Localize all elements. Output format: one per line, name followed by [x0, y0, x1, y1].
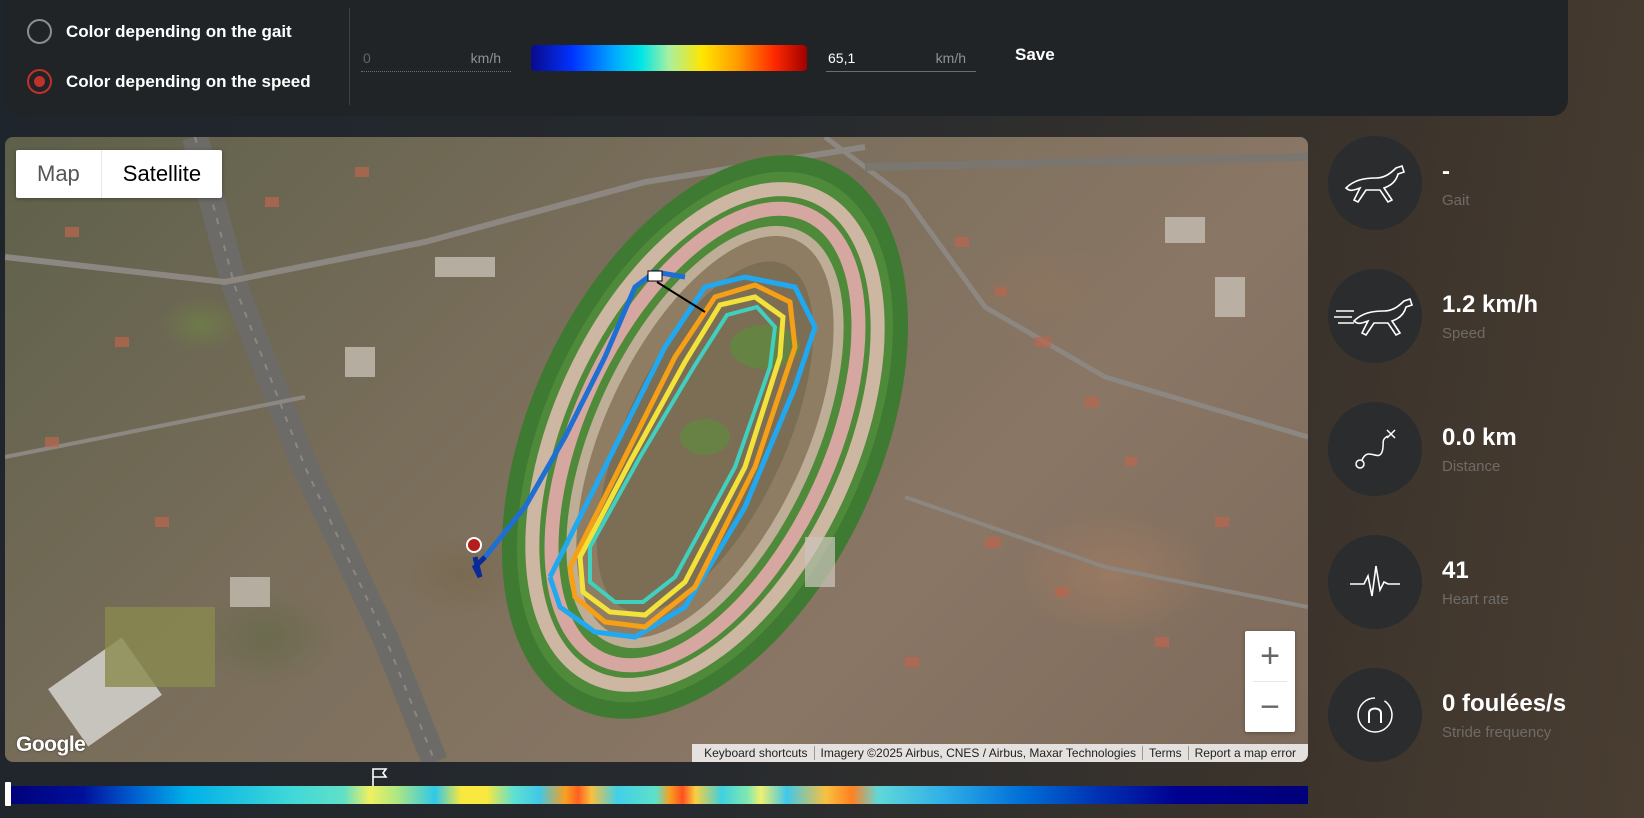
stat-distance: 0.0 km Distance [1328, 402, 1638, 496]
report-map-error-link[interactable]: Report a map error [1189, 746, 1302, 760]
radio-color-by-gait[interactable]: Color depending on the gait [27, 19, 292, 44]
gait-label: Gait [1442, 191, 1470, 209]
min-speed-unit: km/h [470, 49, 501, 66]
map-imagery [5, 137, 1308, 762]
zoom-in-button[interactable]: + [1245, 631, 1295, 681]
stat-stride-frequency: 0 foulées/s Stride frequency [1328, 668, 1638, 762]
stat-heart-rate: 41 Heart rate [1328, 535, 1638, 629]
radio-button-gait[interactable] [27, 19, 52, 44]
distance-route-icon [1328, 402, 1422, 496]
zoom-control: + − [1245, 631, 1295, 732]
stat-speed: 1.2 km/h Speed [1328, 269, 1638, 363]
horse-speed-icon [1328, 269, 1422, 363]
max-speed-input[interactable]: 65,1 km/h [826, 44, 976, 72]
min-speed-input[interactable]: 0 km/h [361, 44, 511, 72]
horse-gait-icon [1328, 136, 1422, 230]
heart-rate-value: 41 [1442, 556, 1469, 584]
keyboard-shortcuts-link[interactable]: Keyboard shortcuts [698, 746, 815, 760]
speed-label: Speed [1442, 324, 1486, 342]
map-type-control: Map Satellite [16, 150, 223, 198]
panel-divider [349, 8, 350, 105]
satellite-map[interactable]: Map Satellite + − Google Keyboard shortc… [5, 137, 1308, 762]
imagery-credit: Imagery ©2025 Airbus, CNES / Airbus, Max… [815, 746, 1143, 760]
min-speed-value[interactable]: 0 [361, 50, 371, 66]
speed-timeline[interactable] [5, 786, 1308, 804]
horseshoe-stride-icon [1328, 668, 1422, 762]
distance-value: 0.0 km [1442, 423, 1517, 451]
heart-rate-label: Heart rate [1442, 590, 1509, 608]
stat-gait: - Gait [1328, 136, 1638, 230]
color-mode-panel: Color depending on the gait Color depend… [5, 0, 1568, 116]
map-attribution: Keyboard shortcuts Imagery ©2025 Airbus,… [692, 744, 1308, 762]
google-logo: Google [16, 733, 86, 756]
radio-button-speed[interactable] [27, 69, 52, 94]
map-type-map-button[interactable]: Map [16, 150, 101, 198]
stride-frequency-value: 0 foulées/s [1442, 689, 1567, 717]
radio-label-gait: Color depending on the gait [66, 21, 292, 41]
distance-label: Distance [1442, 457, 1501, 475]
radio-color-by-speed[interactable]: Color depending on the speed [27, 69, 311, 94]
save-button[interactable]: Save [1015, 45, 1055, 65]
map-type-satellite-button[interactable]: Satellite [100, 150, 222, 198]
stride-frequency-label: Stride frequency [1442, 723, 1552, 741]
speed-value: 1.2 km/h [1442, 290, 1539, 318]
zoom-out-button[interactable]: − [1245, 682, 1295, 732]
gait-value: - [1442, 157, 1450, 185]
timeline-scrubber-handle[interactable] [5, 782, 11, 806]
speed-color-scale [531, 45, 807, 71]
max-speed-unit: km/h [935, 49, 966, 66]
max-speed-value[interactable]: 65,1 [826, 50, 855, 66]
terms-link[interactable]: Terms [1143, 746, 1189, 760]
radio-label-speed: Color depending on the speed [66, 71, 311, 91]
heart-rate-icon [1328, 535, 1422, 629]
